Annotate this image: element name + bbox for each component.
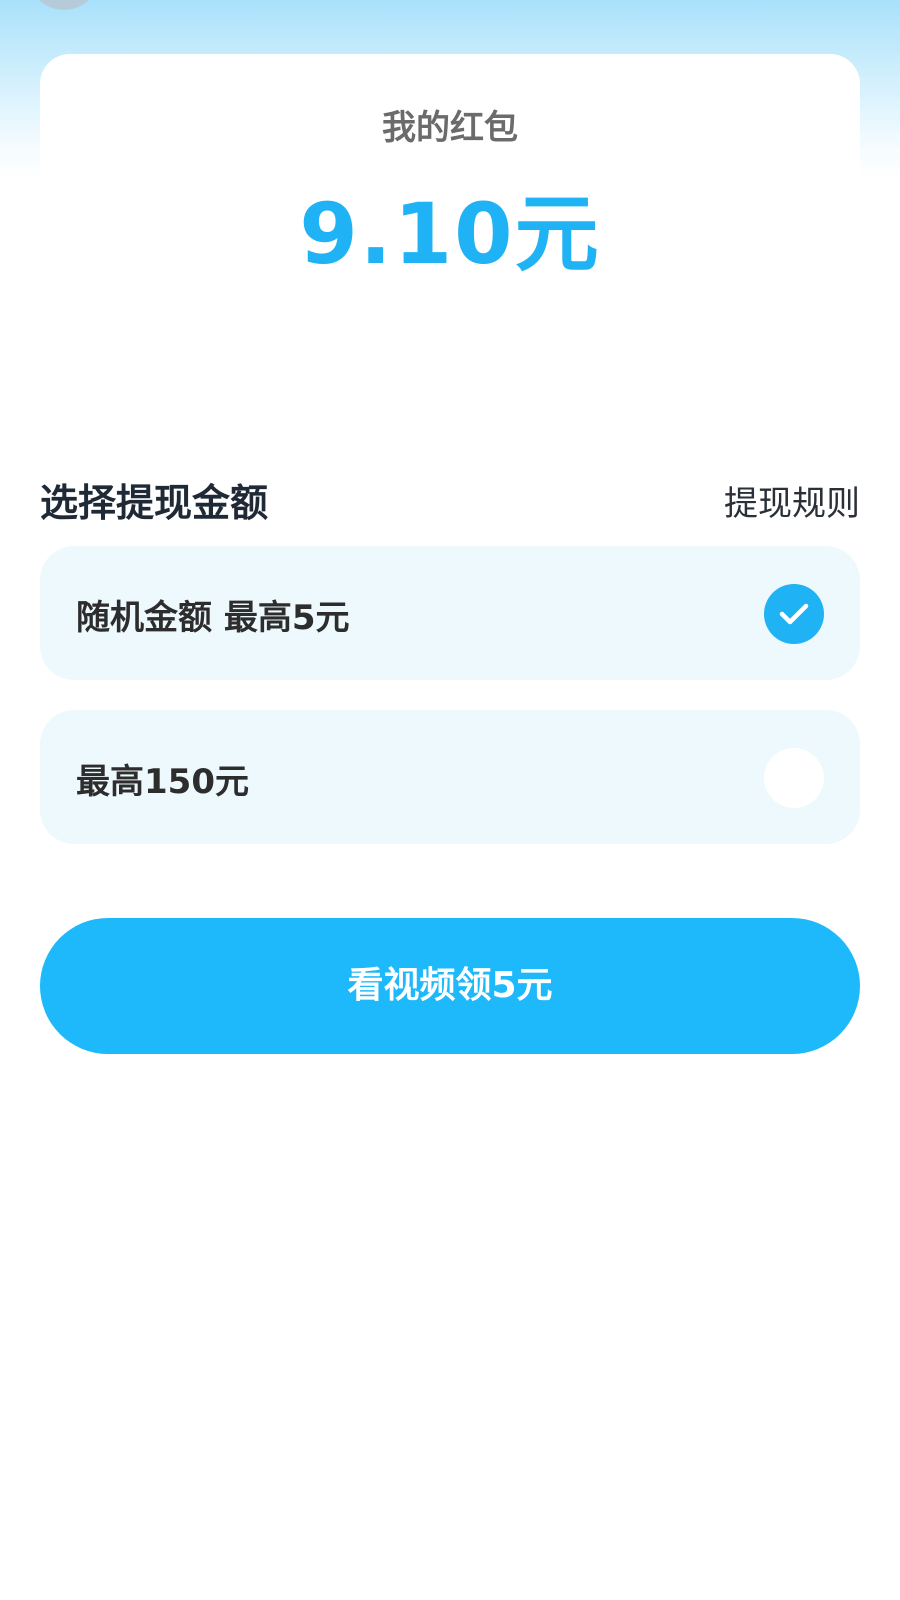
withdraw-option-150[interactable]: 最高150元 (40, 710, 860, 844)
withdraw-option-random[interactable]: 随机金额 最高5元 (40, 546, 860, 680)
wallet-amount: 9.10元 (299, 185, 601, 283)
check-circle-icon[interactable] (764, 584, 824, 644)
option-label: 随机金额 最高5元 (76, 598, 350, 638)
empty-circle-icon[interactable] (764, 748, 824, 808)
watch-video-button[interactable]: 看视频领5元 (40, 918, 860, 1054)
option-label: 最高150元 (76, 762, 249, 802)
wallet-title: 我的红包 (382, 108, 518, 148)
withdraw-page: 我的红包 9.10元 选择提现金额 提现规则 随机金额 最高5元 最高150元 … (0, 0, 900, 1600)
section-title: 选择提现金额 (40, 481, 269, 525)
withdraw-section-header: 选择提现金额 提现规则 (40, 472, 860, 528)
withdraw-rules-link[interactable]: 提现规则 (724, 476, 860, 525)
